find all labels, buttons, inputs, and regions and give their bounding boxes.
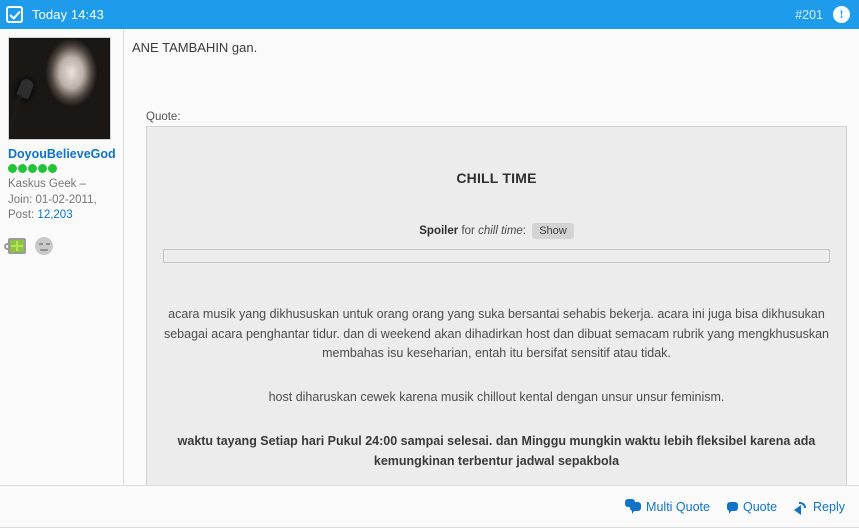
exclamation-circle-icon[interactable]: !: [833, 6, 850, 23]
user-info-sidebar: DoyouBelieveGod Kaskus Geek – Join: 01-0…: [0, 29, 124, 485]
gray-smiley-icon[interactable]: [35, 236, 53, 255]
quote-box: CHILL TIME Spoiler for chill time: Show …: [146, 126, 847, 486]
username-link[interactable]: DoyouBelieveGod: [8, 147, 116, 161]
rating-dot: [38, 164, 47, 173]
green-mug-icon[interactable]: [4, 237, 26, 254]
post-intro-text: ANE TAMBAHIN gan.: [132, 40, 258, 55]
user-post-count-row: Post: 12,203: [8, 208, 116, 224]
spoiler-panel[interactable]: [163, 249, 830, 263]
post-body: DoyouBelieveGod Kaskus Geek – Join: 01-0…: [0, 29, 859, 486]
forum-post: Today 14:43 #201 ! DoyouBelieveGod Kasku…: [0, 0, 859, 528]
post-header-right: #201 !: [795, 6, 850, 23]
rating-dot: [18, 164, 27, 173]
spoiler-subject: chill time: [478, 225, 523, 238]
double-speech-bubble-icon: [625, 499, 642, 514]
spoiler-show-button[interactable]: Show: [532, 223, 574, 239]
quote-label: Quote:: [146, 111, 181, 123]
rating-dot: [48, 164, 57, 173]
rating-dot: [8, 164, 17, 173]
reply-arrow-icon: [794, 501, 808, 515]
rating-dot: [28, 164, 37, 173]
microphone-shape: [15, 77, 36, 100]
multi-quote-label: Multi Quote: [646, 499, 710, 514]
quote-button[interactable]: Quote: [726, 499, 778, 514]
quote-paragraph-1: acara musik yang dikhususkan untuk orang…: [163, 307, 829, 360]
post-header-left: Today 14:43: [6, 6, 104, 23]
quote-paragraph-bold: waktu tayang Setiap hari Pukul 24:00 sam…: [177, 434, 816, 468]
multi-quote-button[interactable]: Multi Quote: [625, 499, 710, 514]
spoiler-middle: for: [461, 225, 475, 238]
speech-bubble-icon: [726, 502, 738, 514]
quote-label-text: Quote: [742, 499, 778, 514]
user-meta: Kaskus Geek – Join: 01-02-2011, Post: 12…: [8, 177, 116, 224]
post-count-link[interactable]: 12,203: [37, 209, 72, 221]
quote-paragraph-2: host diharuskan cewek karena musik chill…: [268, 389, 725, 404]
smiley-mouth: [40, 248, 48, 251]
quote-title: CHILL TIME: [456, 170, 537, 186]
user-badges: [4, 236, 116, 255]
user-rating-dots: [8, 164, 116, 173]
avatar-image: [10, 39, 109, 138]
post-count-label: Post:: [8, 209, 35, 221]
checkbox-checked-icon[interactable]: [6, 6, 23, 23]
reply-label: Reply: [813, 499, 845, 514]
post-number[interactable]: #201: [795, 8, 823, 22]
reply-button[interactable]: Reply: [794, 499, 845, 515]
user-join-date: Join: 01-02-2011,: [8, 193, 97, 206]
user-title: Kaskus Geek –: [8, 178, 86, 190]
spoiler-line: Spoiler for chill time: Show: [163, 223, 830, 239]
spoiler-prefix: Spoiler: [419, 225, 459, 238]
avatar[interactable]: [8, 37, 111, 140]
post-timestamp: Today 14:43: [32, 7, 104, 22]
post-header: Today 14:43 #201 !: [0, 0, 859, 29]
post-content: ANE TAMBAHIN gan. Quote: CHILL TIME Spoi…: [124, 29, 859, 486]
post-footer-actions: Multi Quote Quote Reply: [0, 485, 859, 528]
spoiler-suffix: :: [522, 225, 526, 238]
